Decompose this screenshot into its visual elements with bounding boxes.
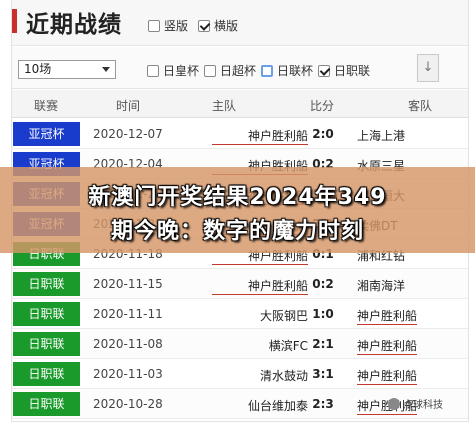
match-date: 2020-11-03 — [93, 367, 163, 381]
panel-header: 近期战绩 竖版 横版 — [12, 0, 468, 46]
league-filter-super-cup[interactable]: 日超杯 — [204, 62, 256, 79]
home-team[interactable]: 仙台维加泰 — [212, 397, 308, 414]
competition-badge[interactable]: 亚冠杯 — [13, 122, 80, 146]
league-filter-j-league[interactable]: 日职联 — [318, 62, 370, 79]
match-score[interactable]: 2:0 — [312, 127, 334, 141]
match-date: 2020-11-15 — [93, 277, 163, 291]
title-accent-bar — [12, 9, 17, 33]
banner-line-2: 期今晚：数字的魔力时刻 — [110, 219, 364, 244]
home-team[interactable]: 神户胜利船 — [212, 127, 308, 145]
home-team[interactable]: 清水鼓动 — [212, 367, 308, 384]
banner-line-1: 新澳门开奖结果2024年349 — [88, 185, 387, 210]
away-team[interactable]: 湘南海洋 — [357, 277, 405, 294]
match-score[interactable]: 2:1 — [312, 337, 334, 351]
checkbox-icon — [204, 64, 216, 77]
checkbox-checked-icon — [198, 19, 210, 32]
table-row[interactable]: 亚冠杯 2020-12-07 神户胜利船 2:0 上海上港 — [12, 119, 468, 149]
league-filter-emperor-cup[interactable]: 日皇杯 — [147, 62, 199, 79]
match-date: 2020-12-07 — [93, 127, 163, 141]
column-time: 时间 — [116, 99, 141, 113]
match-count-select[interactable]: 10场 — [18, 60, 116, 79]
home-team[interactable]: 横滨FC — [212, 337, 308, 354]
overlay-banner: 新澳门开奖结果2024年349 期今晚：数字的魔力时刻 — [0, 167, 475, 253]
match-count-value: 10场 — [24, 62, 52, 76]
match-score[interactable]: 0:2 — [312, 277, 334, 291]
home-team[interactable]: 神户胜利船 — [212, 277, 308, 295]
match-date: 2020-11-11 — [93, 307, 163, 321]
vertical-layout-checkbox[interactable]: 竖版 — [148, 17, 188, 34]
checkbox-icon — [148, 19, 160, 32]
chevron-down-icon — [102, 67, 110, 72]
horizontal-layout-label: 横版 — [214, 19, 239, 33]
league-filter-label: 日皇杯 — [163, 64, 200, 78]
scroll-down-button[interactable]: ↓ — [417, 54, 439, 82]
table-row[interactable]: 日职联 2020-11-15 神户胜利船 0:2 湘南海洋 — [12, 269, 468, 299]
column-competition: 联赛 — [34, 99, 59, 113]
away-team[interactable]: 神户胜利船 — [357, 307, 418, 325]
match-score[interactable]: 3:1 — [312, 367, 334, 381]
match-score[interactable]: 1:0 — [312, 307, 334, 321]
away-team[interactable]: 神户胜利船 — [357, 367, 418, 385]
competition-badge[interactable]: 日职联 — [13, 362, 80, 386]
table-header: 联赛 时间 主队 比分 客队 — [12, 90, 468, 118]
panel-title: 近期战绩 — [26, 12, 122, 38]
vertical-layout-label: 竖版 — [164, 19, 189, 33]
match-date: 2020-11-08 — [93, 337, 163, 351]
away-team[interactable]: 神户胜利船 — [357, 337, 418, 355]
table-row[interactable]: 日职联 2020-11-03 清水鼓动 3:1 神户胜利船 — [12, 359, 468, 389]
league-filter-label: 日职联 — [334, 64, 371, 78]
competition-badge[interactable]: 日职联 — [13, 272, 80, 296]
watermark: 点球科技 — [388, 396, 443, 411]
checkbox-icon — [261, 64, 273, 77]
competition-badge[interactable]: 日职联 — [13, 332, 80, 356]
watermark-text: 点球科技 — [403, 400, 443, 411]
filter-bar: 10场 日皇杯 日超杯 日联杯 日职联 ↓ — [12, 47, 468, 89]
table-row[interactable]: 日职联 2020-11-08 横滨FC 2:1 神户胜利船 — [12, 329, 468, 359]
league-filter-label: 日超杯 — [220, 64, 257, 78]
league-filter-label: 日联杯 — [277, 64, 314, 78]
checkbox-checked-icon — [318, 64, 330, 77]
competition-badge[interactable]: 日职联 — [13, 392, 80, 416]
watermark-logo-icon — [388, 397, 400, 410]
column-home: 主队 — [212, 99, 237, 113]
match-score[interactable]: 2:3 — [312, 397, 334, 411]
away-team[interactable]: 上海上港 — [357, 127, 405, 144]
table-row[interactable]: 日职联 2020-11-11 大阪钢巴 1:0 神户胜利船 — [12, 299, 468, 329]
column-away: 客队 — [408, 99, 433, 113]
column-score: 比分 — [310, 99, 335, 113]
horizontal-layout-checkbox[interactable]: 横版 — [198, 17, 238, 34]
match-date: 2020-10-28 — [93, 397, 163, 411]
league-filter-league-cup[interactable]: 日联杯 — [261, 62, 313, 79]
checkbox-icon — [147, 64, 159, 77]
competition-badge[interactable]: 日职联 — [13, 302, 80, 326]
home-team[interactable]: 大阪钢巴 — [212, 307, 308, 324]
